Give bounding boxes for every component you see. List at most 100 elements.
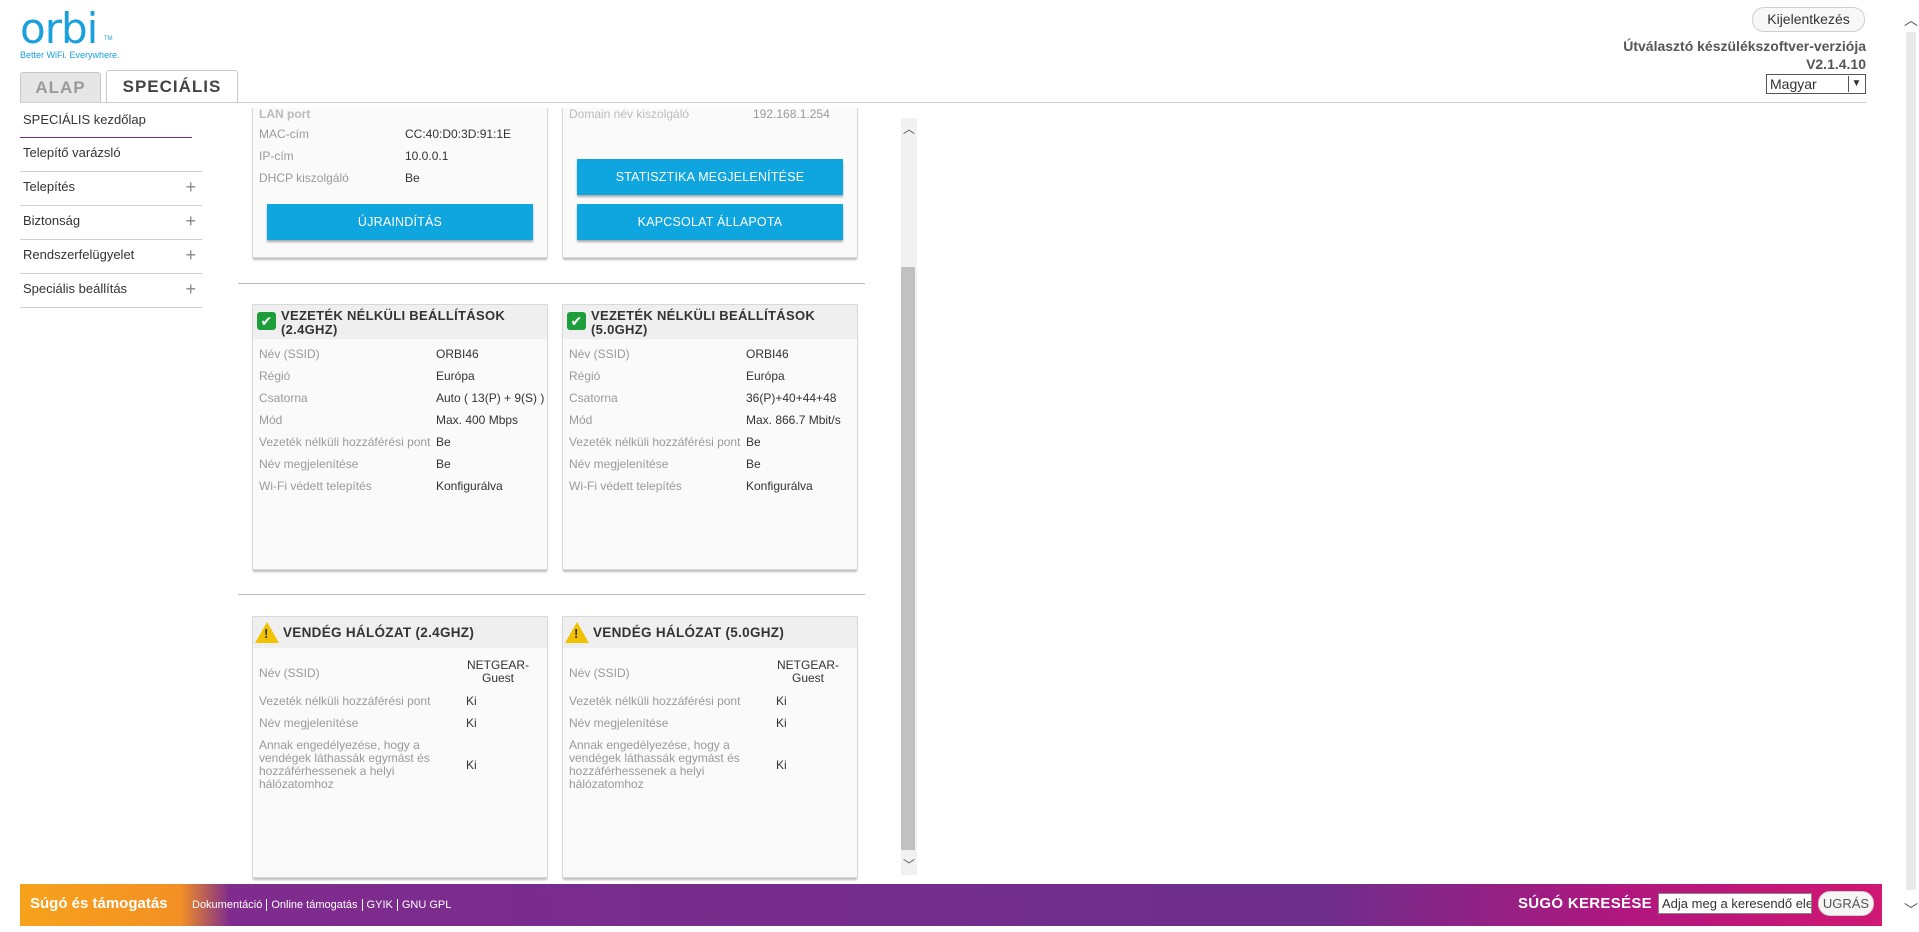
wireless-50-title: VEZETÉK NÉLKÜLI BEÁLLÍTÁSOK (5.0GHZ): [591, 308, 816, 337]
guest-network-24-panel: ! VENDÉG HÁLÓZAT (2.4GHZ) Név (SSID) NET…: [252, 616, 548, 878]
sidebar-item-security[interactable]: Biztonság +: [20, 206, 202, 240]
row-label: Csatorna: [259, 391, 308, 405]
content-scrollbar[interactable]: ︿ ﹀: [901, 118, 917, 875]
connection-status-button[interactable]: KAPCSOLAT ÁLLAPOTA: [577, 204, 843, 240]
section-divider: [238, 283, 865, 284]
row-label: Név megjelenítése: [569, 457, 669, 471]
row-label: DHCP kiszolgáló: [259, 171, 349, 185]
tab-basic[interactable]: ALAP: [20, 72, 101, 102]
row-value: Max. 866.7 Mbit/s: [746, 413, 841, 427]
ip-address-value: 10.0.0.1: [405, 149, 449, 163]
chevron-down-icon[interactable]: ﹀: [901, 857, 917, 873]
help-search-input[interactable]: Adja meg a keresendő elemet: [1658, 893, 1812, 914]
plus-icon[interactable]: +: [185, 240, 196, 270]
footer-link-documentation[interactable]: Dokumentáció: [188, 899, 268, 911]
footer-title: Súgó és támogatás: [30, 895, 168, 912]
row-label: Mód: [259, 413, 283, 427]
help-support-footer: Súgó és támogatás Dokumentáció Online tám…: [20, 884, 1882, 926]
chevron-down-icon[interactable]: ﹀: [1904, 900, 1918, 920]
row-label: Régió: [259, 369, 291, 383]
row-value: Ki: [466, 758, 477, 772]
row-value: Európa: [746, 369, 785, 383]
internet-panel: Domain név kiszolgáló 192.168.1.254 STAT…: [562, 108, 858, 258]
page-scrollbar[interactable]: ︿ ﹀: [1902, 0, 1919, 932]
logout-button[interactable]: Kijelentkezés: [1752, 7, 1865, 32]
wireless-24-title: VEZETÉK NÉLKÜLI BEÁLLÍTÁSOK (2.4GHZ): [281, 308, 506, 337]
row-label: Név (SSID): [569, 666, 630, 680]
lan-port-panel: LAN port MAC-cím CC:40:D0:3D:91:1E IP-cí…: [252, 108, 548, 258]
sidebar-item-label: SPECIÁLIS kezdőlap: [23, 112, 146, 127]
footer-link-faq[interactable]: GYIK: [362, 899, 398, 911]
sidebar-item-advanced-setup[interactable]: Speciális beállítás +: [20, 274, 202, 308]
row-label: Név (SSID): [259, 666, 320, 680]
row-label: Név megjelenítése: [259, 457, 359, 471]
row-value: Ki: [776, 716, 787, 730]
row-label: MAC-cím: [259, 127, 309, 141]
footer-link-gnu-gpl[interactable]: GNU GPL: [398, 899, 456, 911]
panel-title: ✔ VEZETÉK NÉLKÜLI BEÁLLÍTÁSOK (2.4GHZ): [253, 305, 547, 339]
row-label: Név megjelenítése: [259, 716, 359, 730]
firmware-label: Útválasztó készülékszoftver-verziója: [1623, 38, 1866, 54]
row-value: Ki: [466, 716, 477, 730]
go-button[interactable]: UGRÁS: [1818, 891, 1874, 916]
row-value: Ki: [776, 694, 787, 708]
row-label: IP-cím: [259, 149, 294, 163]
check-icon: ✔: [257, 312, 276, 330]
tab-advanced[interactable]: SPECIÁLIS: [106, 70, 238, 103]
sidebar-item-setup-wizard[interactable]: Telepítő varázsló: [20, 138, 202, 172]
warning-icon: !: [565, 622, 589, 643]
orbi-logo[interactable]: orbi TM Better WiFi. Everywhere.: [20, 4, 120, 61]
row-label: Annak engedélyezése, hogy a vendégek lát…: [569, 738, 740, 791]
chevron-down-icon: ▼: [1848, 76, 1864, 92]
row-label: Régió: [569, 369, 601, 383]
row-label: Név (SSID): [569, 347, 630, 361]
logo-text: orbi: [20, 4, 98, 53]
check-icon: ✔: [567, 312, 586, 330]
sidebar-item-setup[interactable]: Telepítés +: [20, 172, 202, 206]
chevron-up-icon[interactable]: ︿: [901, 121, 917, 137]
row-value: ORBI46: [746, 347, 789, 361]
row-label: Annak engedélyezése, hogy a vendégek lát…: [259, 738, 430, 791]
dns-server-value: 192.168.1.254: [753, 108, 830, 121]
row-value: Európa: [436, 369, 475, 383]
wireless-settings-50-panel: ✔ VEZETÉK NÉLKÜLI BEÁLLÍTÁSOK (5.0GHZ) N…: [562, 304, 858, 570]
scrollbar-thumb[interactable]: [1906, 32, 1916, 890]
sidebar-item-label: Rendszerfelügyelet: [23, 247, 135, 262]
sidebar-nav: SPECIÁLIS kezdőlap Telepítő varázsló Tel…: [20, 110, 202, 308]
restart-button[interactable]: ÚJRAINDÍTÁS: [267, 204, 533, 240]
header-divider: [20, 102, 1866, 103]
row-value: NETGEAR-Guest: [466, 658, 529, 685]
language-select[interactable]: Magyar ▼: [1766, 74, 1866, 94]
row-value: NETGEAR-Guest: [776, 658, 839, 685]
row-label: Vezeték nélküli hozzáférési pont: [569, 694, 741, 708]
section-divider: [238, 594, 865, 595]
firmware-info: Útválasztó készülékszoftver-verziója V2.…: [1623, 37, 1866, 73]
row-value: Be: [746, 457, 761, 471]
chevron-up-icon[interactable]: ︿: [1904, 10, 1918, 30]
footer-links: Dokumentáció Online támogatás GYIK GNU GPL: [188, 899, 455, 911]
router-admin-page: orbi TM Better WiFi. Everywhere. ALAP SP…: [0, 0, 1919, 932]
language-selected: Magyar: [1770, 76, 1817, 92]
sidebar-item-advanced-home[interactable]: SPECIÁLIS kezdőlap: [20, 110, 192, 138]
row-value: Auto ( 13(P) + 9(S) ): [436, 391, 545, 405]
logo-trademark: TM: [104, 36, 113, 42]
sidebar-item-administration[interactable]: Rendszerfelügyelet +: [20, 240, 202, 274]
row-value: 36(P)+40+44+48: [746, 391, 837, 405]
row-value: Be: [436, 435, 451, 449]
row-value: Max. 400 Mbps: [436, 413, 519, 427]
guest-network-50-panel: ! VENDÉG HÁLÓZAT (5.0GHZ) Név (SSID) NET…: [562, 616, 858, 878]
guest-50-title: VENDÉG HÁLÓZAT (5.0GHZ): [593, 625, 785, 640]
dashboard-content: LAN port MAC-cím CC:40:D0:3D:91:1E IP-cí…: [238, 108, 902, 883]
row-value: Konfigurálva: [746, 479, 813, 493]
scrollbar-thumb[interactable]: [901, 267, 915, 850]
plus-icon[interactable]: +: [185, 274, 196, 304]
show-statistics-button[interactable]: STATISZTIKA MEGJELENÍTÉSE: [577, 159, 843, 195]
row-label: Domain név kiszolgáló: [569, 108, 690, 121]
row-label: Név megjelenítése: [569, 716, 669, 730]
firmware-version: V2.1.4.10: [1806, 56, 1866, 72]
plus-icon[interactable]: +: [185, 172, 196, 202]
plus-icon[interactable]: +: [185, 206, 196, 236]
row-value: ORBI46: [436, 347, 479, 361]
footer-link-online-support[interactable]: Online támogatás: [267, 899, 363, 911]
panel-title: ! VENDÉG HÁLÓZAT (5.0GHZ): [563, 617, 857, 648]
